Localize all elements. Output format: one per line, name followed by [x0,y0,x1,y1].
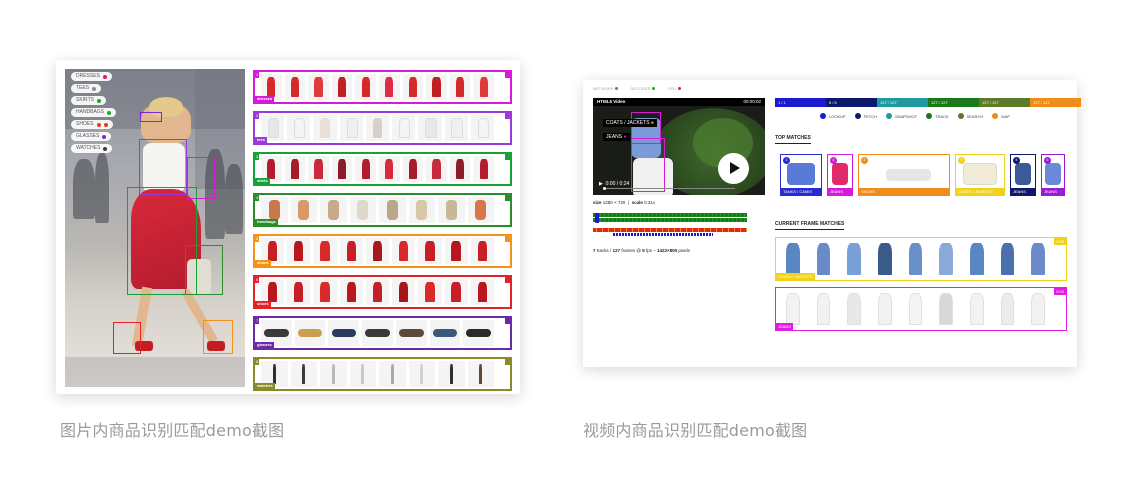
tag-shoes[interactable]: SHOES [71,120,113,129]
row-label: handbags [255,219,278,225]
top-match-shoes[interactable]: 3 SHOES [858,154,950,196]
match-row-watches[interactable]: 8 watches [253,357,512,391]
pipeline-status: NETWORK DECODER GPU [593,86,682,91]
row-label: COATS / JACKETS [776,273,815,280]
row-label: tees [255,137,268,143]
image-demo-card: DRESSES TEES SKIRTS HANDBAGS SHOES GLASS… [56,60,520,394]
detection-box-shoe-right [203,320,233,354]
caption-image-demo: 图片内商品识别匹配demo截图 [60,421,285,440]
row-label: shoes [255,301,271,307]
tag-watches[interactable]: WATCHES [71,144,113,153]
video-title-bar: HTML5 Video 00:00:02 [593,98,765,106]
current-row-coats[interactable]: COATS / JACKETS 0.00 [775,237,1067,281]
seek-bar[interactable] [603,187,735,190]
video-demo-card: NETWORK DECODER GPU HTML5 Video 00:00:02 … [583,80,1081,367]
current-frame-heading: CURRENT FRAME MATCHES [775,221,845,230]
detection-box-jeans [631,138,665,192]
size-info: size 1280 × 720 | scale 0.31x [593,200,656,205]
match-row-handbags[interactable]: 4 handbags [253,193,512,227]
detection-box-shoe-left [113,322,141,354]
top-match-jeans-1[interactable]: 2 JEANS [827,154,853,196]
tag-glasses[interactable]: GLASSES [71,132,112,141]
video-tag-jeans: JEANS ● [603,133,630,141]
match-row-shoes-2[interactable]: 6 shoes [253,275,512,309]
top-match-coats[interactable]: 4 COATS / JACKETS [955,154,1005,196]
match-row-shoes-1[interactable]: 5 shoes [253,234,512,268]
row-label: JEANS [776,323,793,330]
stats-info: 7 tracks / 127 frames @ 5 fps – 1422×800… [593,248,690,253]
row-score: 0.00 [1054,238,1066,245]
top-match-tanks[interactable]: 1 TANKS / CAMIS [780,154,822,196]
top-matches-heading: TOP MATCHES [775,135,811,144]
row-label: dresses [255,96,275,102]
play-button[interactable] [718,153,749,184]
tag-tees[interactable]: TEES [71,84,102,93]
tag-dresses[interactable]: DRESSES [71,72,112,81]
row-label: skirts [255,178,270,184]
caption-video-demo: 视频内商品识别匹配demo截图 [583,421,808,440]
detection-box-glasses [140,112,162,122]
top-match-jeans-2[interactable]: 5 JEANS [1010,154,1036,196]
row-label: shoes [255,260,271,266]
tag-skirts[interactable]: SKIRTS [71,96,106,105]
detection-box-handbag [185,245,223,295]
match-row-dresses[interactable]: 1 dresses [253,70,512,104]
video-player[interactable]: HTML5 Video 00:00:02 COATS / JACKETS ● JE… [593,98,765,195]
top-match-jeans-3[interactable]: 6 JEANS [1041,154,1065,196]
match-rows: 1 dresses 2 tees 3 skirts 4 handbags 5 s… [253,70,512,398]
tag-handbags[interactable]: HANDBAGS [71,108,117,117]
play-icon[interactable]: ▶ [599,181,603,187]
row-label: watches [255,383,275,389]
row-score: 0.03 [1054,288,1066,295]
match-row-glasses[interactable]: 7 glasses [253,316,512,350]
match-row-tees[interactable]: 2 tees [253,111,512,145]
street-photo: DRESSES TEES SKIRTS HANDBAGS SHOES GLASS… [65,69,245,387]
video-tag-coats: COATS / JACKETS ● [603,119,657,127]
row-label: glasses [255,342,274,348]
current-row-jeans[interactable]: JEANS 0.03 [775,287,1067,331]
mode-legend: LOOKUP FETCH SNAPSHOT TRACK SEARCH MAP [820,113,1010,119]
pipeline-counters: 1 / 1 6 / 6 127 / 127 127 / 127 127 / 12… [775,98,1081,107]
match-row-skirts[interactable]: 3 skirts [253,152,512,186]
